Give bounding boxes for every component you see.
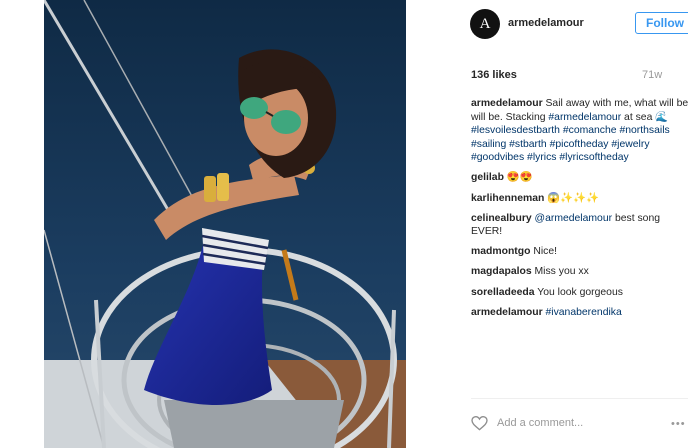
comment-item: karlihenneman 😱✨✨✨ <box>471 192 688 206</box>
follow-button[interactable]: Follow <box>635 12 688 34</box>
comment-text: 😍😍 <box>503 172 533 184</box>
comment-text: 😱✨✨✨ <box>544 192 599 204</box>
post-header: A armedelamour Follow <box>406 0 688 50</box>
add-comment-input[interactable]: Add a comment... <box>497 417 583 429</box>
more-options-icon[interactable]: ••• <box>671 418 686 430</box>
comment-text: Nice! <box>530 246 558 258</box>
hashtag-link[interactable]: @armedelamour <box>535 213 613 224</box>
comments-list: armedelamour Sail away with me, what wil… <box>471 97 688 326</box>
likes-row: 136 likes 71w <box>471 69 688 83</box>
hashtag-link[interactable]: #picoftheday <box>550 139 609 150</box>
comment-item: armedelamour Sail away with me, what wil… <box>471 97 688 165</box>
comment-author[interactable]: gelilab <box>471 172 504 183</box>
hashtag-link[interactable]: #ivanaberendika <box>546 307 622 318</box>
comment-item: gelilab 😍😍 <box>471 171 688 185</box>
hashtag-link[interactable]: #lyrics <box>527 152 556 163</box>
comment-item: madmontgo Nice! <box>471 245 688 259</box>
hashtag-link[interactable]: #armedelamour <box>548 112 621 123</box>
comment-author[interactable]: magdapalos <box>471 266 532 277</box>
comment-text: Miss you xx <box>531 266 589 278</box>
comment-text: You look gorgeous <box>534 286 623 298</box>
hashtag-link[interactable]: #northsails <box>619 125 669 136</box>
comment-author[interactable]: madmontgo <box>471 246 530 257</box>
likes-count[interactable]: 136 likes <box>471 69 517 81</box>
post-timestamp[interactable]: 71w <box>642 69 662 81</box>
comment-item: armedelamour #ivanaberendika <box>471 306 688 320</box>
post-sidebar: A armedelamour Follow 136 likes 71w arme… <box>406 0 688 448</box>
comment-author[interactable]: armedelamour <box>471 98 543 109</box>
hashtag-link[interactable]: #lyricsoftheday <box>559 152 628 163</box>
hashtag-link[interactable]: #goodvibes <box>471 152 524 163</box>
hashtag-link[interactable]: #jewelry <box>611 139 649 150</box>
heart-icon[interactable] <box>471 415 488 436</box>
add-comment-row: Add a comment... ••• <box>471 414 688 434</box>
hashtag-link[interactable]: #stbarth <box>509 139 547 150</box>
hashtag-link[interactable]: #comanche <box>563 125 617 136</box>
comment-author[interactable]: sorelladeeda <box>471 287 535 298</box>
avatar[interactable]: A <box>470 9 500 39</box>
comment-item: celinealbury @armedelamour best song EVE… <box>471 212 688 239</box>
comment-author[interactable]: celinealbury <box>471 213 532 224</box>
comment-item: magdapalos Miss you xx <box>471 265 688 279</box>
post-username[interactable]: armedelamour <box>508 17 584 29</box>
hashtag-link[interactable]: #lesvoilesdestbarth <box>471 125 560 136</box>
post-image <box>44 0 406 448</box>
post-photo[interactable] <box>44 0 406 448</box>
hashtag-link[interactable]: #sailing <box>471 139 506 150</box>
comment-text: at sea 🌊 <box>621 111 669 123</box>
comment-item: sorelladeeda You look gorgeous <box>471 286 688 300</box>
comment-author[interactable]: karlihenneman <box>471 193 544 204</box>
divider <box>471 398 688 399</box>
comment-author[interactable]: armedelamour <box>471 307 543 318</box>
